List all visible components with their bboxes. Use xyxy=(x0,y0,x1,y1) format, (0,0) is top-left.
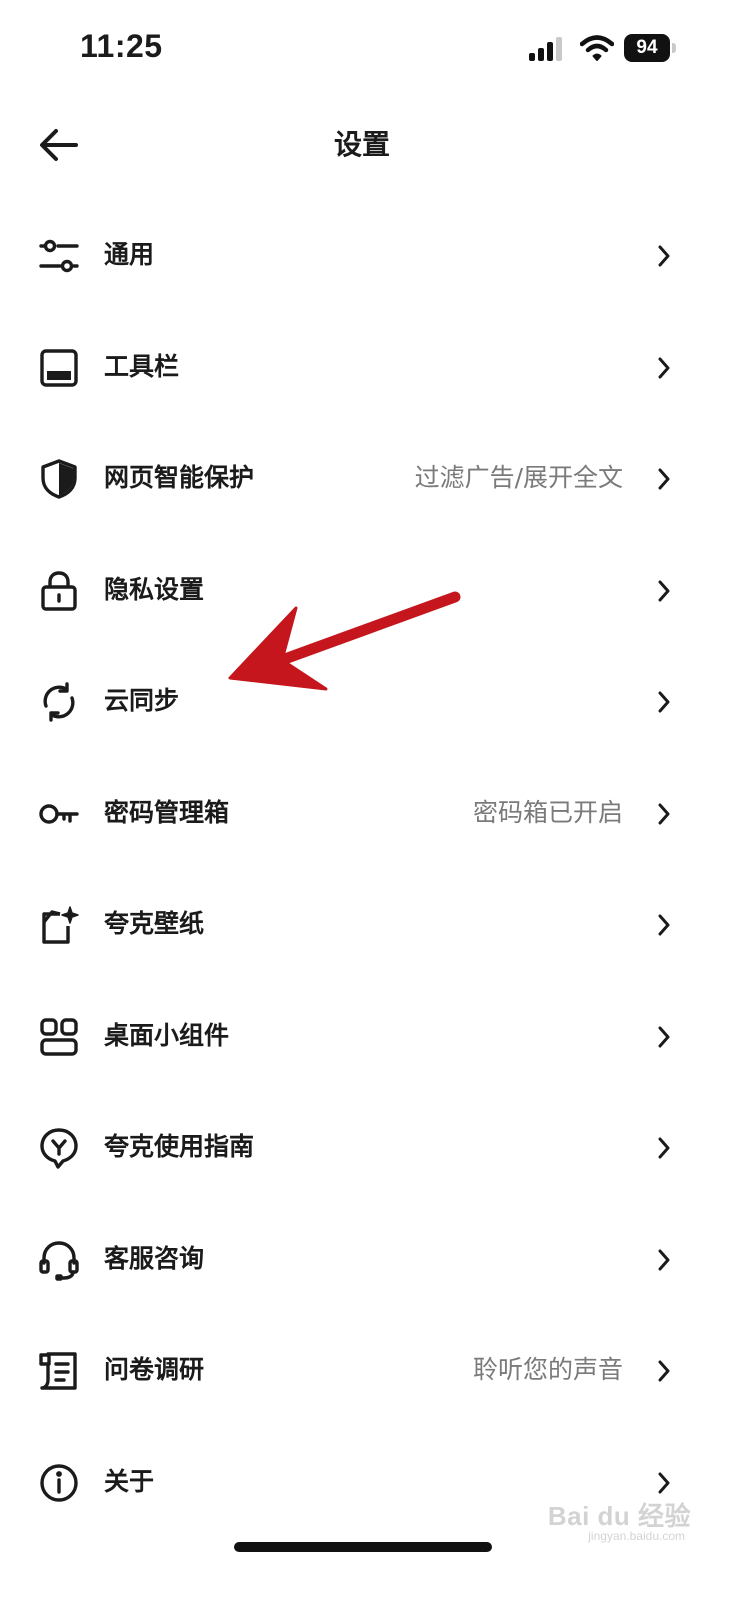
settings-item-label: 关于 xyxy=(104,1466,155,1496)
chevron-right-icon xyxy=(658,803,670,824)
watermark: Bai du 经验 xyxy=(547,1501,691,1531)
key-icon xyxy=(38,793,80,835)
chevron-right-icon xyxy=(658,1472,670,1493)
home-indicator[interactable] xyxy=(234,1542,492,1552)
settings-item-customer-service[interactable]: 客服咨询 xyxy=(0,1203,739,1315)
settings-item-cloud-sync[interactable]: 云同步 xyxy=(0,645,739,757)
settings-item-label: 通用 xyxy=(104,240,155,269)
chevron-right-icon xyxy=(658,1137,670,1159)
battery-tip xyxy=(672,43,676,53)
chevron-right-icon xyxy=(658,580,670,601)
settings-item-label: 工具栏 xyxy=(104,351,180,381)
settings-item-label: 问卷调研 xyxy=(104,1355,205,1384)
chevron-right-icon xyxy=(658,1026,670,1047)
lock-icon xyxy=(38,570,80,612)
chevron-right-icon xyxy=(658,357,670,378)
status-time: 11:25 xyxy=(80,28,163,64)
battery-level: 94 xyxy=(624,34,670,62)
settings-item-label: 夸克使用指南 xyxy=(104,1132,255,1161)
settings-item-value: 聆听您的声音 xyxy=(472,1355,623,1384)
wifi-icon xyxy=(580,35,614,61)
settings-item-survey[interactable]: 问卷调研 聆听您的声音 xyxy=(0,1314,739,1426)
chevron-right-icon xyxy=(658,914,670,936)
widgets-icon xyxy=(38,1016,80,1058)
settings-item-label: 客服咨询 xyxy=(104,1243,205,1273)
settings-item-privacy[interactable]: 隐私设置 xyxy=(0,534,739,646)
header: 设置 xyxy=(0,100,739,192)
settings-item-value: 密码箱已开启 xyxy=(472,797,623,827)
sliders-icon xyxy=(38,235,80,277)
sync-icon xyxy=(38,681,80,723)
survey-icon xyxy=(38,1350,80,1392)
settings-item-guide[interactable]: 夸克使用指南 xyxy=(0,1091,739,1203)
settings-item-label: 桌面小组件 xyxy=(104,1020,230,1050)
settings-item-label: 隐私设置 xyxy=(104,574,205,604)
settings-item-general[interactable]: 通用 xyxy=(0,199,739,311)
watermark-url: jingyan.baidu.com xyxy=(588,1529,685,1543)
settings-list: 通用 工具栏 网页智能保护 过滤广告/展开全文 隐私设置 云同步 密码管理箱 密… xyxy=(0,199,739,1537)
chevron-right-icon xyxy=(658,1249,670,1270)
settings-item-label: 夸克壁纸 xyxy=(104,909,205,938)
toolbar-icon xyxy=(38,347,80,389)
headset-icon xyxy=(38,1239,80,1281)
settings-item-wallpaper[interactable]: 夸克壁纸 xyxy=(0,868,739,980)
settings-item-web-protection[interactable]: 网页智能保护 过滤广告/展开全文 xyxy=(0,422,739,534)
settings-item-label: 云同步 xyxy=(104,686,180,715)
settings-item-password-manager[interactable]: 密码管理箱 密码箱已开启 xyxy=(0,757,739,869)
page-title: 设置 xyxy=(333,128,390,161)
chevron-right-icon xyxy=(658,691,670,713)
settings-item-toolbar[interactable]: 工具栏 xyxy=(0,311,739,423)
chevron-right-icon xyxy=(658,468,670,490)
guide-icon xyxy=(38,1127,80,1169)
status-bar: 11:25 94 xyxy=(0,0,739,96)
settings-item-label: 密码管理箱 xyxy=(104,797,230,827)
settings-item-widgets[interactable]: 桌面小组件 xyxy=(0,980,739,1092)
shield-icon xyxy=(38,458,80,500)
chevron-right-icon xyxy=(658,245,670,267)
settings-item-label: 网页智能保护 xyxy=(104,463,255,492)
info-icon xyxy=(38,1462,80,1504)
battery-icon: 94 xyxy=(624,34,676,62)
wallpaper-icon xyxy=(38,904,80,946)
settings-item-value: 过滤广告/展开全文 xyxy=(414,463,623,492)
chevron-right-icon xyxy=(658,1360,670,1382)
signal-icon xyxy=(529,37,562,61)
